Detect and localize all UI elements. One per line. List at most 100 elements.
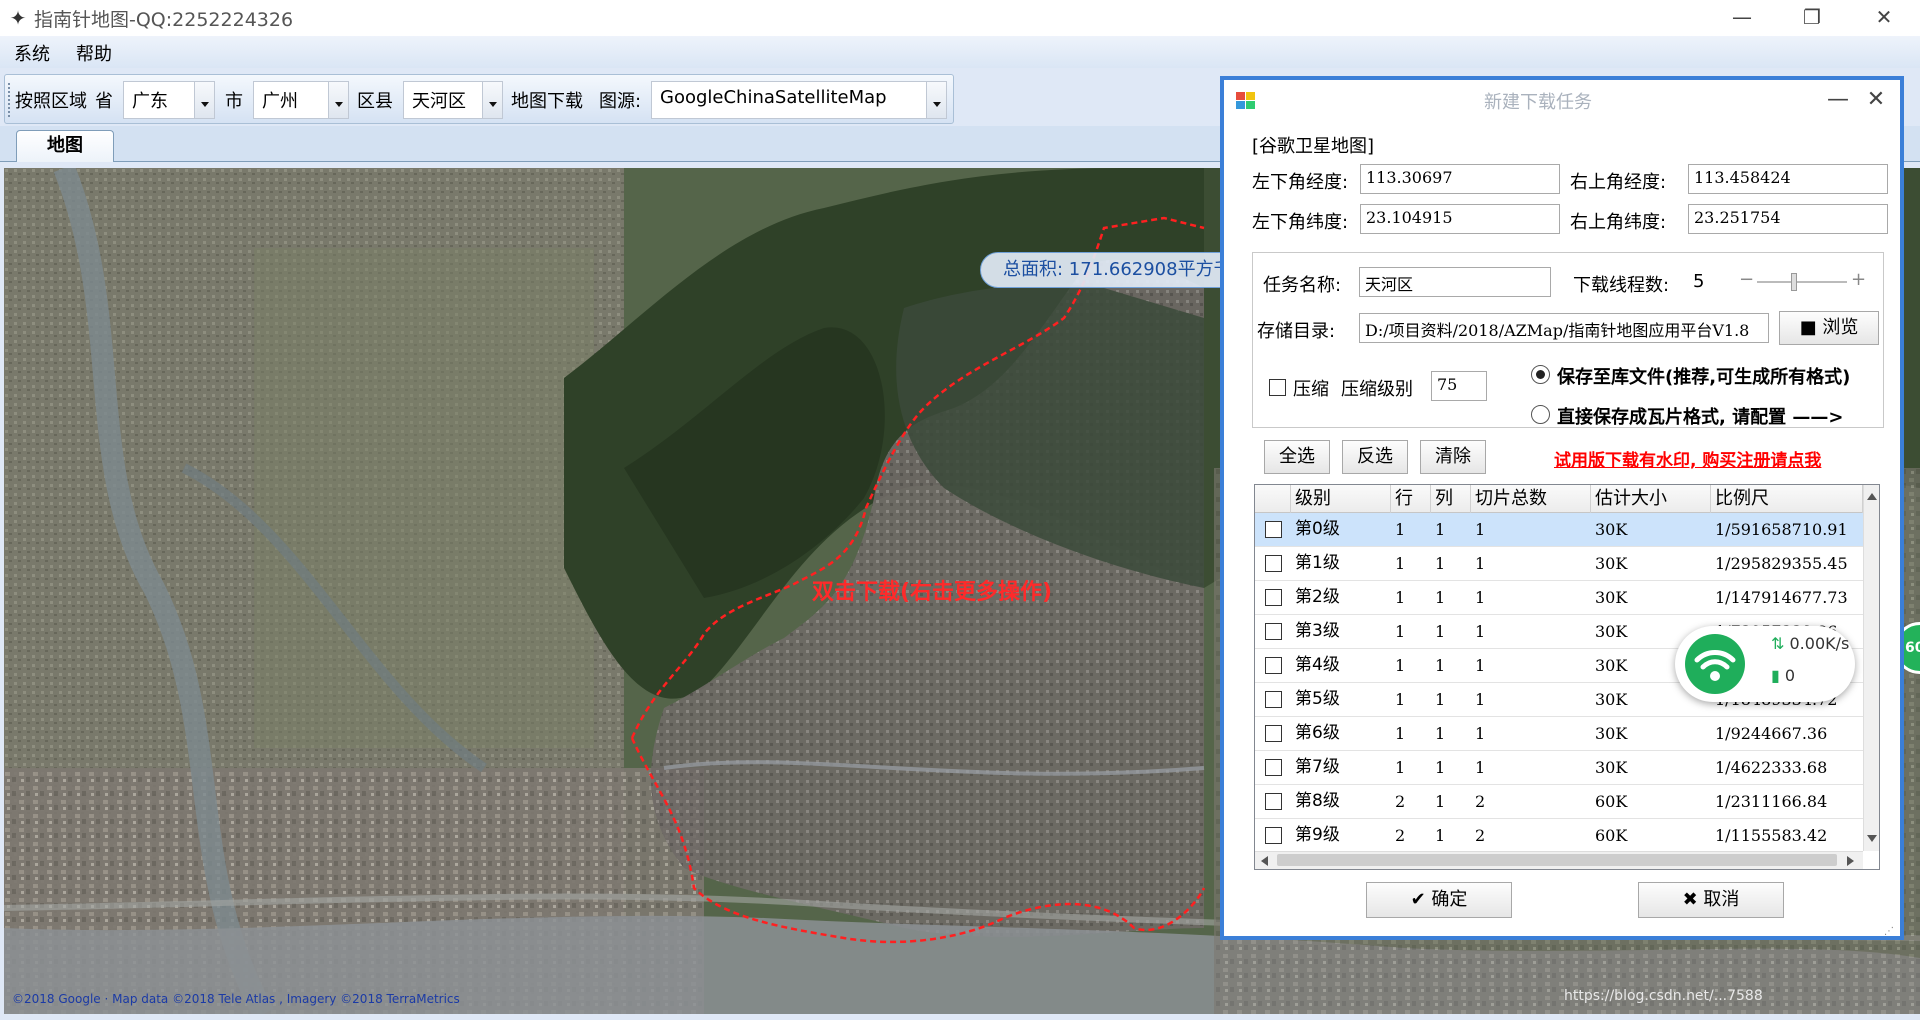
header-total[interactable]: 切片总数 — [1471, 485, 1591, 513]
county-select[interactable]: 天河区 — [403, 81, 503, 119]
scroll-right-icon[interactable] — [1847, 856, 1854, 866]
chevron-down-icon[interactable] — [194, 82, 214, 118]
browse-button[interactable]: ■ 浏览 — [1779, 311, 1879, 345]
menu-help[interactable]: 帮助 — [76, 40, 112, 66]
compress-checkbox[interactable] — [1269, 379, 1286, 396]
cell-total: 1 — [1475, 690, 1486, 709]
network-speed: ⇅ 0.00K/s — [1771, 634, 1849, 653]
table-row[interactable]: 第9级 2 1 2 60K 1/1155583.42 — [1255, 819, 1863, 853]
resize-grip-icon[interactable]: ⋰ — [1884, 926, 1894, 937]
network-speed-widget[interactable]: ⇅ 0.00K/s ▮ 0 — [1675, 626, 1855, 702]
table-row[interactable]: 第7级 1 1 1 30K 1/4622333.68 — [1255, 751, 1863, 785]
map-download-button[interactable]: 地图下载 — [511, 87, 583, 113]
toolbar-grip[interactable] — [8, 83, 11, 117]
folder-icon: ■ — [1799, 317, 1817, 338]
table-row[interactable]: 第6级 1 1 1 30K 1/9244667.36 — [1255, 717, 1863, 751]
clear-button[interactable]: 清除 — [1420, 440, 1486, 474]
cell-scale: 1/9244667.36 — [1715, 724, 1828, 743]
dir-input[interactable]: D:/项目资料/2018/AZMap/指南针地图应用平台V1.8 — [1359, 313, 1769, 343]
restore-icon[interactable]: ❐ — [1784, 0, 1840, 36]
cell-col: 1 — [1435, 520, 1446, 539]
row-checkbox[interactable] — [1265, 589, 1282, 606]
menu-system[interactable]: 系统 — [14, 40, 50, 66]
row-checkbox[interactable] — [1265, 555, 1282, 572]
horizontal-thumb[interactable] — [1277, 854, 1837, 866]
row-checkbox[interactable] — [1265, 521, 1282, 538]
save-library-radio[interactable] — [1531, 365, 1550, 384]
chevron-down-icon[interactable] — [328, 82, 348, 118]
row-checkbox[interactable] — [1265, 657, 1282, 674]
cell-level: 第5级 — [1295, 689, 1340, 709]
scroll-up-icon[interactable] — [1867, 493, 1877, 500]
source-label: 图源: — [599, 91, 642, 112]
header-col[interactable]: 列 — [1431, 485, 1471, 513]
lower-left-lat-input[interactable]: 23.104915 — [1360, 204, 1560, 234]
save-tiles-radio[interactable] — [1531, 405, 1550, 424]
minus-icon[interactable]: − — [1739, 269, 1754, 290]
vertical-scrollbar[interactable] — [1863, 485, 1879, 851]
header-size[interactable]: 估计大小 — [1591, 485, 1711, 513]
table-row[interactable]: 第1级 1 1 1 30K 1/295829355.45 — [1255, 547, 1863, 581]
plus-icon[interactable]: + — [1851, 269, 1866, 290]
source-select[interactable]: GoogleChinaSatelliteMap — [651, 81, 947, 119]
browse-label: 浏览 — [1822, 317, 1859, 338]
chevron-down-icon[interactable] — [926, 82, 946, 118]
horizontal-scrollbar[interactable] — [1255, 851, 1863, 869]
row-checkbox[interactable] — [1265, 827, 1282, 844]
header-check — [1255, 485, 1291, 513]
task-name-input[interactable]: 天河区 — [1359, 267, 1551, 297]
window-title: 指南针地图-QQ:2252224326 — [34, 9, 294, 31]
cell-total: 1 — [1475, 758, 1486, 777]
close-icon[interactable]: ✕ — [1856, 0, 1912, 36]
table-row[interactable]: 第8级 2 1 2 60K 1/2311166.84 — [1255, 785, 1863, 819]
chevron-down-icon[interactable] — [482, 82, 502, 118]
cell-level: 第9级 — [1295, 825, 1340, 845]
cell-row: 1 — [1395, 622, 1406, 641]
row-checkbox[interactable] — [1265, 759, 1282, 776]
cell-level: 第4级 — [1295, 655, 1340, 675]
compass-icon: ✦ — [9, 6, 27, 30]
compress-level-input[interactable]: 75 — [1431, 371, 1487, 401]
source-value: GoogleChinaSatelliteMap — [660, 87, 887, 108]
slider-thumb[interactable] — [1791, 273, 1797, 291]
province-select[interactable]: 广东 — [123, 81, 215, 119]
cancel-button[interactable]: ✖ 取消 — [1638, 882, 1784, 918]
ok-button[interactable]: ✔ 确定 — [1366, 882, 1512, 918]
table-row[interactable]: 第2级 1 1 1 30K 1/147914677.73 — [1255, 581, 1863, 615]
table-row[interactable]: 第0级 1 1 1 30K 1/591658710.91 — [1255, 513, 1863, 547]
trial-purchase-link[interactable]: 试用版下载有水印, 购买注册请点我 — [1554, 446, 1821, 471]
task-name-label: 任务名称: — [1263, 275, 1342, 296]
cell-row: 1 — [1395, 520, 1406, 539]
province-label: 省 — [95, 91, 113, 112]
threads-value: 5 — [1693, 271, 1705, 292]
select-all-button[interactable]: 全选 — [1264, 440, 1330, 474]
invert-selection-button[interactable]: 反选 — [1342, 440, 1408, 474]
minimize-icon[interactable]: — — [1714, 0, 1770, 36]
close-icon[interactable]: ✕ — [1858, 84, 1894, 118]
header-row[interactable]: 行 — [1391, 485, 1431, 513]
app-icon — [1236, 92, 1256, 110]
lower-left-lat-label: 左下角纬度: — [1252, 212, 1349, 233]
save-tiles-label[interactable]: 直接保存成瓦片格式, 请配置 ——> — [1557, 403, 1843, 429]
row-checkbox[interactable] — [1265, 691, 1282, 708]
save-library-label: 保存至库文件(推荐,可生成所有格式) — [1557, 367, 1851, 388]
lower-left-lng-input[interactable]: 113.30697 — [1360, 164, 1560, 194]
cell-col: 1 — [1435, 690, 1446, 709]
row-checkbox[interactable] — [1265, 623, 1282, 640]
cell-row: 1 — [1395, 554, 1406, 573]
threads-slider[interactable]: − + — [1739, 269, 1869, 293]
upper-right-lng-input[interactable]: 113.458424 — [1688, 164, 1888, 194]
speed-value: 0.00K/s — [1789, 634, 1850, 653]
scroll-down-icon[interactable] — [1867, 835, 1877, 842]
tab-map[interactable]: 地图 — [16, 130, 114, 162]
upper-right-lat-input[interactable]: 23.251754 — [1688, 204, 1888, 234]
header-level[interactable]: 级别 — [1291, 485, 1391, 513]
minimize-icon[interactable]: — — [1820, 84, 1856, 118]
row-checkbox[interactable] — [1265, 793, 1282, 810]
cell-level: 第3级 — [1295, 621, 1340, 641]
row-checkbox[interactable] — [1265, 725, 1282, 742]
scroll-left-icon[interactable] — [1261, 856, 1268, 866]
header-scale[interactable]: 比例尺 — [1711, 485, 1863, 513]
city-select[interactable]: 广州 — [253, 81, 349, 119]
cell-size: 60K — [1595, 792, 1628, 811]
